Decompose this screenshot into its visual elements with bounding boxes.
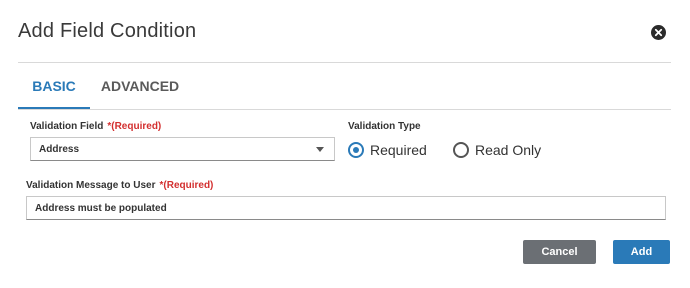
required-marker: *(Required) xyxy=(107,121,162,132)
close-icon[interactable] xyxy=(651,25,666,40)
radio-read-only[interactable]: Read Only xyxy=(453,141,553,161)
validation-message-value: Address must be populated xyxy=(35,203,167,214)
radio-read-only-label: Read Only xyxy=(475,142,542,158)
validation-message-input[interactable]: Address must be populated xyxy=(26,196,666,220)
validation-message-label: Validation Message to User *(Required) xyxy=(26,180,213,191)
required-marker: *(Required) xyxy=(159,180,214,191)
validation-field-label: Validation Field *(Required) xyxy=(30,121,161,132)
tabs-divider xyxy=(18,109,671,110)
radio-required[interactable]: Required xyxy=(348,141,438,161)
tab-advanced[interactable]: ADVANCED xyxy=(96,70,184,107)
add-field-condition-dialog: Add Field Condition BASIC ADVANCED Valid… xyxy=(0,0,690,288)
tab-basic[interactable]: BASIC xyxy=(18,70,90,110)
radio-required-label: Required xyxy=(370,142,427,158)
validation-field-value: Address xyxy=(39,144,80,155)
header-divider xyxy=(18,62,671,63)
validation-message-label-text: Validation Message to User xyxy=(26,180,156,191)
radio-checked-icon xyxy=(348,142,364,158)
add-button[interactable]: Add xyxy=(613,240,670,264)
cancel-button[interactable]: Cancel xyxy=(523,240,596,264)
validation-field-select[interactable]: Address xyxy=(30,137,335,161)
radio-unchecked-icon xyxy=(453,142,469,158)
tab-bar: BASIC ADVANCED xyxy=(18,70,671,110)
chevron-down-icon xyxy=(316,147,324,152)
dialog-title: Add Field Condition xyxy=(18,20,197,42)
validation-type-label: Validation Type xyxy=(348,121,421,132)
validation-field-label-text: Validation Field xyxy=(30,121,104,132)
